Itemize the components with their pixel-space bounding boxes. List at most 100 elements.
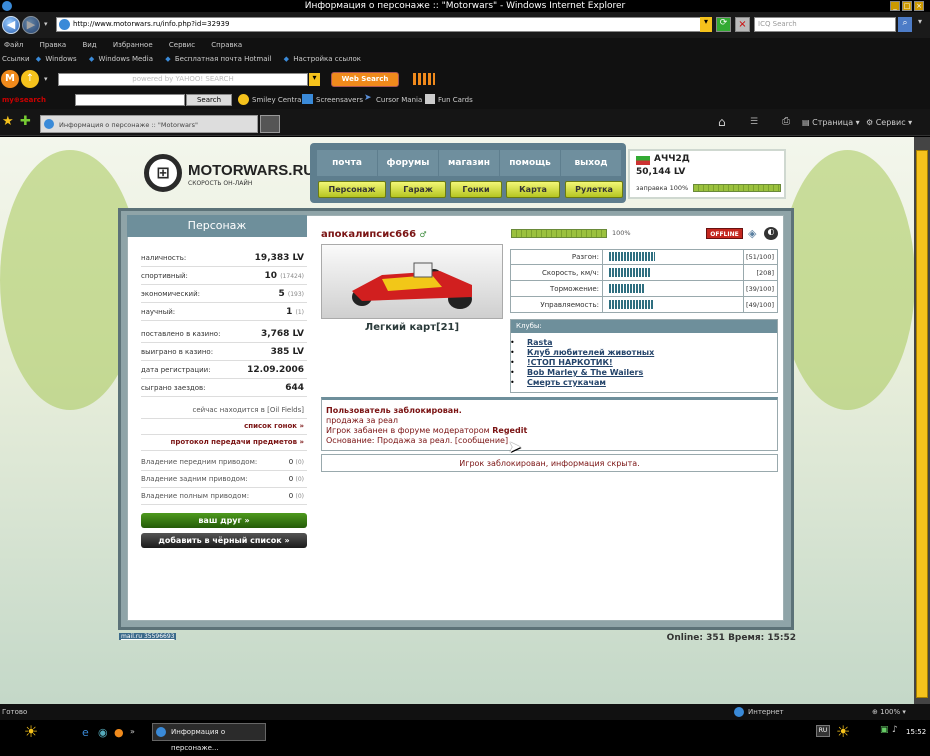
new-tab-button[interactable]	[260, 115, 280, 133]
yahoo-search-input[interactable]: powered by YAHOO! SEARCH	[58, 73, 308, 86]
favorites-star-icon[interactable]: ★	[2, 114, 14, 129]
minimize-icon[interactable]: _	[890, 1, 900, 11]
club-link[interactable]: Смерть стукачам	[527, 378, 606, 387]
mailru-counter[interactable]: mail.ru 35596693	[119, 633, 177, 640]
club-link[interactable]: Клуб любителей животных	[527, 348, 654, 357]
language-indicator[interactable]: RU	[816, 725, 830, 737]
helmet-icon[interactable]: ◐	[764, 227, 778, 240]
stat-label: спортивный:	[141, 272, 188, 280]
menu-file[interactable]: Файл	[4, 41, 23, 49]
menu-edit[interactable]: Правка	[40, 41, 67, 49]
nav-shop[interactable]: магазин	[439, 150, 499, 176]
nav-forums[interactable]: форумы	[378, 150, 438, 176]
start-sun-icon[interactable]: ☀	[10, 722, 52, 742]
quicklaunch-firefox-icon[interactable]: ●	[114, 726, 124, 739]
tray-network-icon[interactable]: ▣	[880, 725, 889, 735]
forward-icon[interactable]: ▶	[22, 16, 40, 34]
stat-value: 3,768 LV	[260, 329, 304, 339]
menu-view[interactable]: Вид	[82, 41, 96, 49]
nav-logout[interactable]: выход	[561, 150, 621, 176]
window-titlebar: Информация о персонаже :: "Motorwars" - …	[0, 0, 930, 12]
ban-basis[interactable]: Основание: Продажа за реал. [сообщение]	[326, 436, 773, 446]
nav-help[interactable]: помощь	[500, 150, 560, 176]
club-link[interactable]: !СТОП НАРКОТИК!	[527, 358, 613, 367]
club-link[interactable]: Rasta	[527, 338, 553, 347]
tray-volume-icon[interactable]: ♪	[892, 725, 898, 735]
races-list-link[interactable]: список гонок »	[141, 418, 307, 435]
link-windows[interactable]: Windows	[45, 55, 76, 63]
cursor-mania-link[interactable]: Cursor Mania	[376, 91, 422, 109]
page-menu[interactable]: ▤ Страница ▾	[802, 116, 860, 130]
status-text: Готово	[2, 708, 28, 716]
url-input[interactable]: http://www.motorwars.ru/info.php?id=3293…	[56, 17, 712, 32]
myweb-search-input[interactable]	[75, 94, 185, 106]
menu-tools[interactable]: Сервис	[169, 41, 195, 49]
link-windows-media[interactable]: Windows Media	[98, 55, 153, 63]
myweb-search-button[interactable]: Search	[186, 94, 232, 106]
stat-label: экономический:	[141, 290, 201, 298]
fun-cards-link[interactable]: Fun Cards	[438, 91, 473, 109]
location-text[interactable]: сейчас находится в [Oil Fields]	[141, 402, 307, 419]
stat-extra: (17424)	[280, 273, 304, 280]
search-icon[interactable]: ⌕	[898, 17, 912, 32]
refresh-icon[interactable]: ⟳	[716, 17, 731, 32]
transfers-log-link[interactable]: протокол передачи предметов »	[141, 434, 307, 451]
friend-button[interactable]: ваш друг »	[141, 513, 307, 528]
yahoo-menu-dropdown-icon[interactable]: ▾	[44, 75, 48, 83]
screensavers-link[interactable]: Screensavers	[316, 91, 363, 109]
blacklist-button[interactable]: добавить в чёрный список »	[141, 533, 307, 548]
home-icon[interactable]: ⌂	[718, 115, 726, 129]
taskbar	[0, 720, 930, 744]
logo-text: MOTORWARS.RU	[188, 162, 315, 179]
club-link[interactable]: Bob Marley & The Wailers	[527, 368, 643, 377]
diamond-icon[interactable]: ◈	[748, 227, 756, 240]
fun-cards-icon	[425, 94, 435, 104]
smiley-central-link[interactable]: Smiley Central	[252, 91, 303, 109]
tab-current[interactable]: Информация о персонаже :: "Motorwars"	[40, 115, 258, 133]
nav-mail[interactable]: почта	[317, 150, 377, 176]
back-icon[interactable]: ◀	[2, 16, 20, 34]
drive-extra: (0)	[295, 493, 305, 500]
history-dropdown-icon[interactable]: ▾	[44, 20, 48, 28]
user-name[interactable]: АЧЧ2Д	[654, 154, 690, 164]
scrollbar-thumb[interactable]	[916, 150, 928, 698]
signal-bars-icon[interactable]	[413, 73, 435, 85]
link-customize[interactable]: Настройка ссылок	[293, 55, 361, 63]
taskbar-task-ie[interactable]: Информация о персонаже...	[152, 723, 266, 752]
quicklaunch-more-icon[interactable]: »	[130, 727, 135, 736]
menu-favorites[interactable]: Избранное	[113, 41, 153, 49]
feeds-icon[interactable]: ☰	[750, 117, 758, 127]
add-favorite-icon[interactable]: ✚	[20, 114, 31, 129]
car-stat-row: Скорость, км/ч: [208]	[510, 265, 778, 281]
ban-moderator[interactable]: Regedit	[492, 426, 527, 435]
site-logo[interactable]: ⊞ MOTORWARS.RU СКОРОСТЬ ОН-ЛАЙН	[144, 154, 314, 194]
link-hotmail[interactable]: Бесплатная почта Hotmail	[175, 55, 272, 63]
nav-roulette[interactable]: Рулетка	[565, 181, 623, 198]
url-dropdown-icon[interactable]: ▾	[700, 17, 712, 32]
mail-m-icon[interactable]: M	[1, 70, 19, 88]
nav-character[interactable]: Персонаж	[318, 181, 386, 198]
nav-garage[interactable]: Гараж	[390, 181, 446, 198]
search-options-icon[interactable]: ▾	[914, 17, 926, 32]
screensaver-icon	[302, 94, 313, 104]
stop-icon[interactable]: ×	[735, 17, 750, 32]
search-input[interactable]: ICQ Search	[754, 17, 896, 32]
internet-zone-icon	[734, 707, 744, 717]
yahoo-search-dropdown-icon[interactable]: ▾	[309, 73, 320, 86]
menu-help[interactable]: Справка	[211, 41, 242, 49]
quicklaunch-ie-icon[interactable]: e	[82, 726, 89, 739]
tray-sun-icon: ☀	[836, 722, 851, 741]
home-up-icon[interactable]: ↑	[21, 70, 39, 88]
print-icon[interactable]: ⎙	[782, 116, 790, 127]
nav-map[interactable]: Карта	[506, 181, 560, 198]
maximize-icon[interactable]: □	[902, 1, 912, 11]
zoom-level[interactable]: ⊕ 100% ▾	[872, 704, 906, 720]
background-splash-right	[780, 150, 915, 410]
quicklaunch-media-icon[interactable]: ◉	[98, 726, 108, 739]
stat-row: наличность: 19,383 LV	[141, 250, 307, 267]
tools-menu[interactable]: ⚙ Сервис ▾	[866, 116, 912, 130]
close-window-icon[interactable]: ×	[914, 1, 924, 11]
site-favicon-icon	[59, 19, 70, 30]
nav-races[interactable]: Гонки	[450, 181, 502, 198]
web-search-button[interactable]: Web Search	[331, 72, 399, 87]
